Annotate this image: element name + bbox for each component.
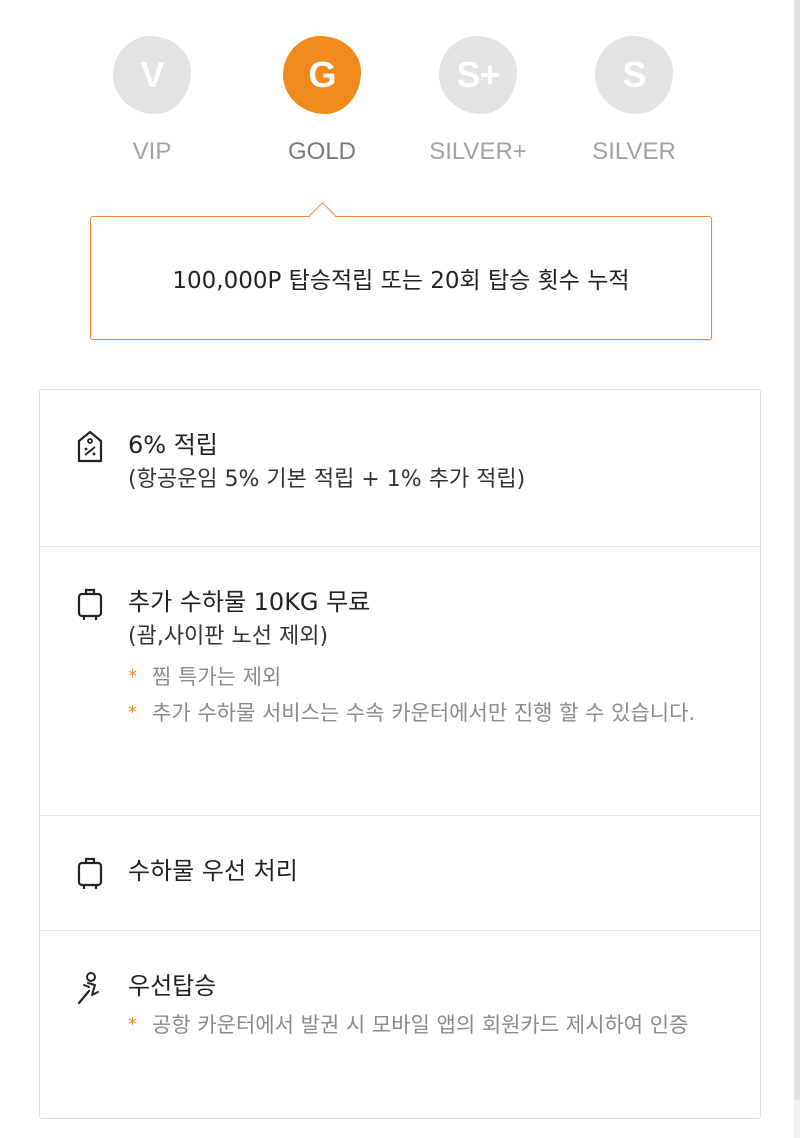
tier-requirement-text: 100,000P 탑승적립 또는 20회 탑승 횟수 누적 (172, 268, 630, 294)
benefit-item-extra-baggage: 추가 수하물 10KG 무료 (괌,사이판 노선 제외) * 찜 특가는 제외 … (40, 547, 760, 816)
benefit-title-extra-baggage: 추가 수하물 10KG 무료 (128, 588, 371, 616)
tier-label-gold: GOLD (287, 138, 356, 165)
tier-gold[interactable]: G GOLD (260, 36, 384, 166)
luggage-icon (77, 588, 103, 620)
tier-label-silver-plus: SILVER+ (429, 138, 527, 165)
luggage-icon (77, 857, 103, 889)
note-marker: * (128, 702, 137, 723)
benefit-item-priority-baggage: 수하물 우선 처리 (40, 816, 760, 931)
note-text: 공항 카운터에서 발권 시 모바일 앱의 회원카드 제시하여 인증 (152, 1013, 689, 1037)
tier-selector: V VIP G GOLD S+ SILVER+ S SILVER (90, 36, 710, 176)
benefit-list: 6% 적립 (항공운임 5% 기본 적립 + 1% 추가 적립) 추가 수하물 … (39, 389, 761, 1119)
benefit-notes-extra-baggage: * 찜 특가는 제외 * 추가 수하물 서비스는 수속 카운터에서만 진행 할 … (128, 659, 760, 731)
benefit-item-priority-boarding: 우선탑승 * 공항 카운터에서 발권 시 모바일 앱의 회원카드 제시하여 인증 (40, 931, 760, 1043)
benefit-item-points: 6% 적립 (항공운임 5% 기본 적립 + 1% 추가 적립) (40, 390, 760, 547)
benefit-sub-extra-baggage: (괌,사이판 노선 제외) (128, 624, 329, 649)
note-item: * 공항 카운터에서 발권 시 모바일 앱의 회원카드 제시하여 인증 (128, 1007, 712, 1043)
benefit-title-points: 6% 적립 (128, 431, 218, 459)
tag-icon (77, 430, 103, 463)
benefit-notes-priority-boarding: * 공항 카운터에서 발권 시 모바일 앱의 회원카드 제시하여 인증 (128, 1007, 760, 1043)
tier-label-silver: SILVER (592, 138, 676, 165)
tier-badge-silver: S (595, 36, 673, 114)
tier-label-vip: VIP (132, 138, 172, 165)
benefit-title-priority-boarding: 우선탑승 (128, 972, 217, 1000)
seat-icon (77, 972, 99, 1005)
tier-requirement-box: 100,000P 탑승적립 또는 20회 탑승 횟수 누적 (90, 202, 712, 340)
note-item: * 추가 수하물 서비스는 수속 카운터에서만 진행 할 수 있습니다. (128, 695, 712, 731)
note-item: * 찜 특가는 제외 (128, 659, 712, 695)
tier-vip[interactable]: V VIP (90, 36, 214, 166)
scrollbar-thumb[interactable] (794, 0, 800, 1100)
tier-silver[interactable]: S SILVER (572, 36, 696, 166)
tier-badge-silver-plus: S+ (439, 36, 517, 114)
tier-badge-gold: G (283, 36, 361, 114)
note-text: 추가 수하물 서비스는 수속 카운터에서만 진행 할 수 있습니다. (152, 701, 696, 725)
note-marker: * (128, 666, 137, 687)
benefit-title-priority-baggage: 수하물 우선 처리 (128, 857, 298, 885)
note-text: 찜 특가는 제외 (152, 665, 282, 689)
note-marker: * (128, 1014, 137, 1035)
tier-silver-plus[interactable]: S+ SILVER+ (416, 36, 540, 166)
requirement-pointer (309, 202, 336, 229)
benefit-sub-points: (항공운임 5% 기본 적립 + 1% 추가 적립) (128, 467, 526, 492)
tier-badge-vip: V (113, 36, 191, 114)
